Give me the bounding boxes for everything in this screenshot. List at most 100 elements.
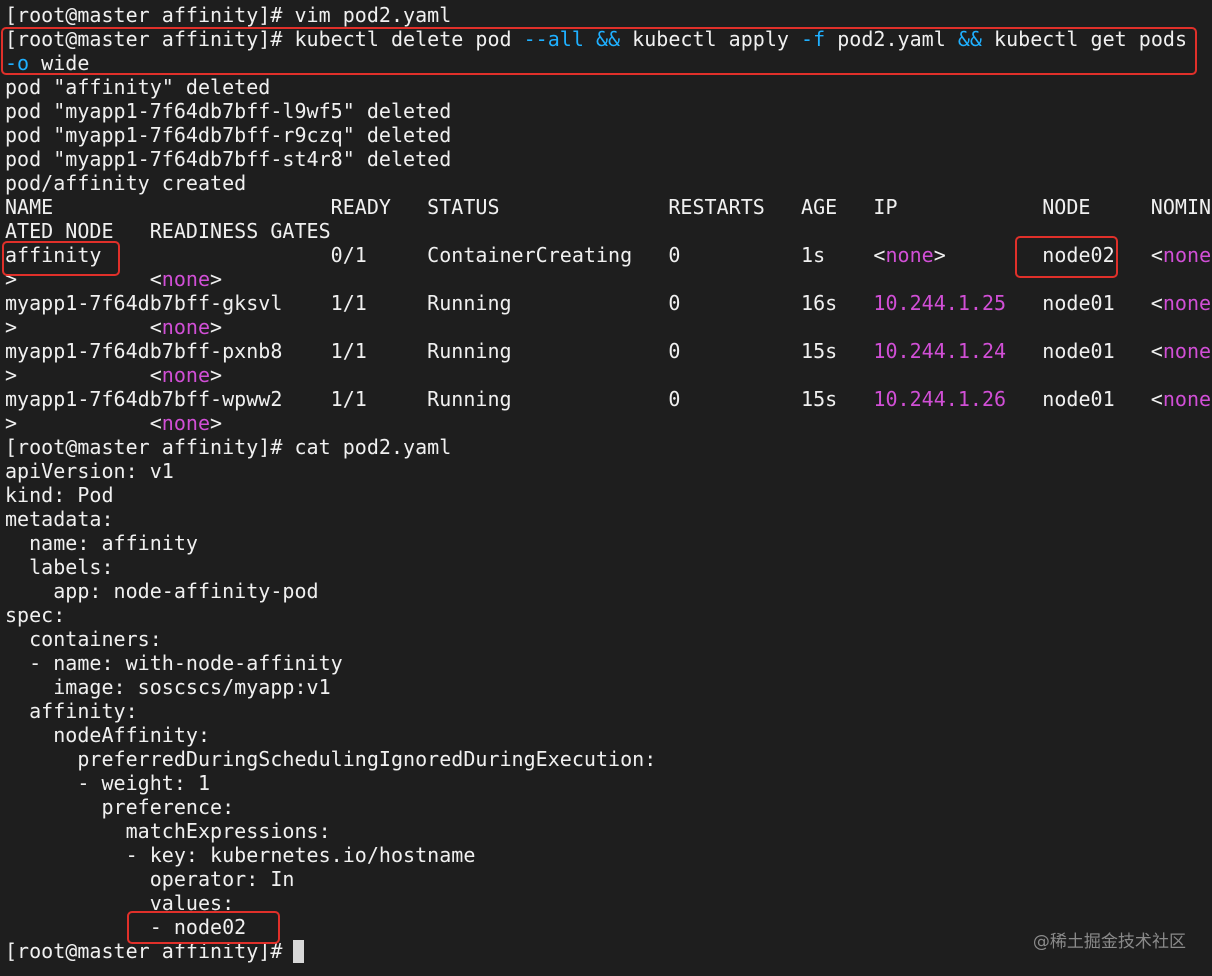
terminal-token: none [1162, 243, 1212, 267]
terminal-line: pod "myapp1-7f64db7bff-r9czq" deleted [5, 123, 451, 147]
terminal-token: pod2.yaml [825, 27, 958, 51]
terminal-line: pod "affinity" deleted [5, 75, 270, 99]
terminal-token: - key: kubernetes.io/hostname [5, 843, 476, 867]
terminal-token: myapp1-7f64db7bff-pxnb8 1/1 Running 0 15… [5, 339, 874, 363]
terminal-line: - key: kubernetes.io/hostname [5, 843, 476, 867]
terminal-token: NAME READY STATUS RESTARTS AGE IP NODE N… [5, 195, 1212, 219]
terminal-token: app: node-affinity-pod [5, 579, 319, 603]
terminal-line: name: affinity [5, 531, 198, 555]
terminal-token: pod "affinity" deleted [5, 75, 271, 99]
terminal-line: metadata: [5, 507, 114, 531]
terminal-line: preferredDuringSchedulingIgnoredDuringEx… [5, 747, 656, 771]
terminal-token: spec: [5, 603, 66, 627]
terminal-token: name: affinity [5, 531, 198, 555]
terminal-token: 10.244.1.25 [873, 291, 1007, 315]
terminal-line: pod "myapp1-7f64db7bff-l9wf5" deleted [5, 99, 451, 123]
terminal-token: > < [5, 267, 162, 291]
terminal-line: matchExpressions: [5, 819, 331, 843]
terminal-token: node01 < [1006, 291, 1163, 315]
terminal-token: > [210, 267, 223, 291]
block-cursor-icon [293, 940, 304, 963]
terminal-token: myapp1-7f64db7bff-gksvl 1/1 Running 0 16… [5, 291, 874, 315]
terminal-token: pod/affinity created [5, 171, 247, 195]
terminal-token: -o [5, 51, 30, 75]
terminal-token: [root@master affinity]# [5, 939, 295, 963]
terminal-token: preference: [5, 795, 235, 819]
terminal-token: none [161, 315, 211, 339]
terminal-token: > node02 < [933, 243, 1163, 267]
terminal-line: spec: [5, 603, 65, 627]
terminal-token: none [1162, 339, 1212, 363]
terminal-token: - name: with-node-affinity [5, 651, 343, 675]
terminal-token: preferredDuringSchedulingIgnoredDuringEx… [5, 747, 657, 771]
terminal-token: wide [29, 51, 90, 75]
terminal-line: image: soscscs/myapp:v1 [5, 675, 331, 699]
terminal-line: [root@master affinity]# [5, 939, 294, 963]
terminal-line: kind: Pod [5, 483, 114, 507]
terminal-line: > <none> [5, 267, 222, 291]
terminal-line: preference: [5, 795, 234, 819]
terminal-line: containers: [5, 627, 162, 651]
terminal-line: myapp1-7f64db7bff-gksvl 1/1 Running 0 16… [5, 291, 1211, 315]
terminal-token: > < [5, 315, 162, 339]
terminal-token: kubectl apply [620, 27, 802, 51]
terminal-token: node01 < [1006, 387, 1163, 411]
terminal-token: none [885, 243, 934, 267]
terminal-line: apiVersion: v1 [5, 459, 174, 483]
terminal-token: kubectl get pods [981, 27, 1188, 51]
terminal-line: affinity 0/1 ContainerCreating 0 1s <non… [5, 243, 1211, 267]
watermark: @稀土掘金技术社区 [1032, 932, 1186, 952]
terminal-token: && [596, 27, 621, 51]
terminal-token: kind: Pod [5, 483, 114, 507]
terminal-token: none [1162, 291, 1212, 315]
terminal-token: matchExpressions: [5, 819, 331, 843]
terminal-line: labels: [5, 555, 114, 579]
terminal-token: > [210, 315, 223, 339]
terminal-token: pod "myapp1-7f64db7bff-l9wf5" deleted [5, 99, 452, 123]
terminal-token: [root@master affinity]# cat pod2.yaml [5, 435, 452, 459]
terminal-line: pod/affinity created [5, 171, 246, 195]
terminal-token: none [161, 267, 211, 291]
terminal-token: apiVersion: v1 [5, 459, 174, 483]
terminal-token: labels: [5, 555, 114, 579]
terminal-token: none [161, 363, 211, 387]
terminal-line: -o wide [5, 51, 89, 75]
terminal-token: 10.244.1.24 [873, 339, 1007, 363]
terminal-line: - node02 [5, 915, 246, 939]
terminal-token: none [1162, 387, 1212, 411]
terminal-token: 10.244.1.26 [873, 387, 1007, 411]
terminal-token: pod "myapp1-7f64db7bff-st4r8" deleted [5, 147, 452, 171]
terminal-token: node01 < [1006, 339, 1163, 363]
terminal-line: affinity: [5, 699, 138, 723]
terminal-line: - weight: 1 [5, 771, 210, 795]
terminal-line: app: node-affinity-pod [5, 579, 319, 603]
terminal-token: [root@master affinity]# kubectl delete p… [5, 27, 524, 51]
terminal-line: nodeAffinity: [5, 723, 210, 747]
terminal-token: values: [5, 891, 235, 915]
terminal-line: ATED NODE READINESS GATES [5, 219, 331, 243]
terminal-line: operator: In [5, 867, 295, 891]
terminal-token: && [957, 27, 982, 51]
terminal-token: none [161, 411, 211, 435]
terminal-line: NAME READY STATUS RESTARTS AGE IP NODE N… [5, 195, 1211, 219]
terminal-token: > [210, 411, 223, 435]
terminal-token: myapp1-7f64db7bff-wpww2 1/1 Running 0 15… [5, 387, 874, 411]
terminal-line: [root@master affinity]# kubectl delete p… [5, 27, 1187, 51]
terminal-line: myapp1-7f64db7bff-wpww2 1/1 Running 0 15… [5, 387, 1211, 411]
terminal-token: image: soscscs/myapp:v1 [5, 675, 331, 699]
terminal-token: --all [523, 27, 584, 51]
terminal-window[interactable]: [root@master affinity]# vim pod2.yaml [ro… [0, 0, 1212, 976]
terminal-token: affinity: [5, 699, 138, 723]
terminal-line: > <none> [5, 411, 222, 435]
terminal-token: affinity 0/1 ContainerCreating 0 1s < [5, 243, 886, 267]
terminal-line: > <none> [5, 363, 222, 387]
terminal-line: [root@master affinity]# vim pod2.yaml [5, 3, 451, 27]
terminal-token: nodeAffinity: [5, 723, 211, 747]
terminal-token: > [210, 363, 223, 387]
terminal-line: - name: with-node-affinity [5, 651, 343, 675]
terminal-token: - weight: 1 [5, 771, 211, 795]
terminal-line: myapp1-7f64db7bff-pxnb8 1/1 Running 0 15… [5, 339, 1211, 363]
terminal-token: > < [5, 363, 162, 387]
terminal-token: ATED NODE READINESS GATES [5, 219, 331, 243]
